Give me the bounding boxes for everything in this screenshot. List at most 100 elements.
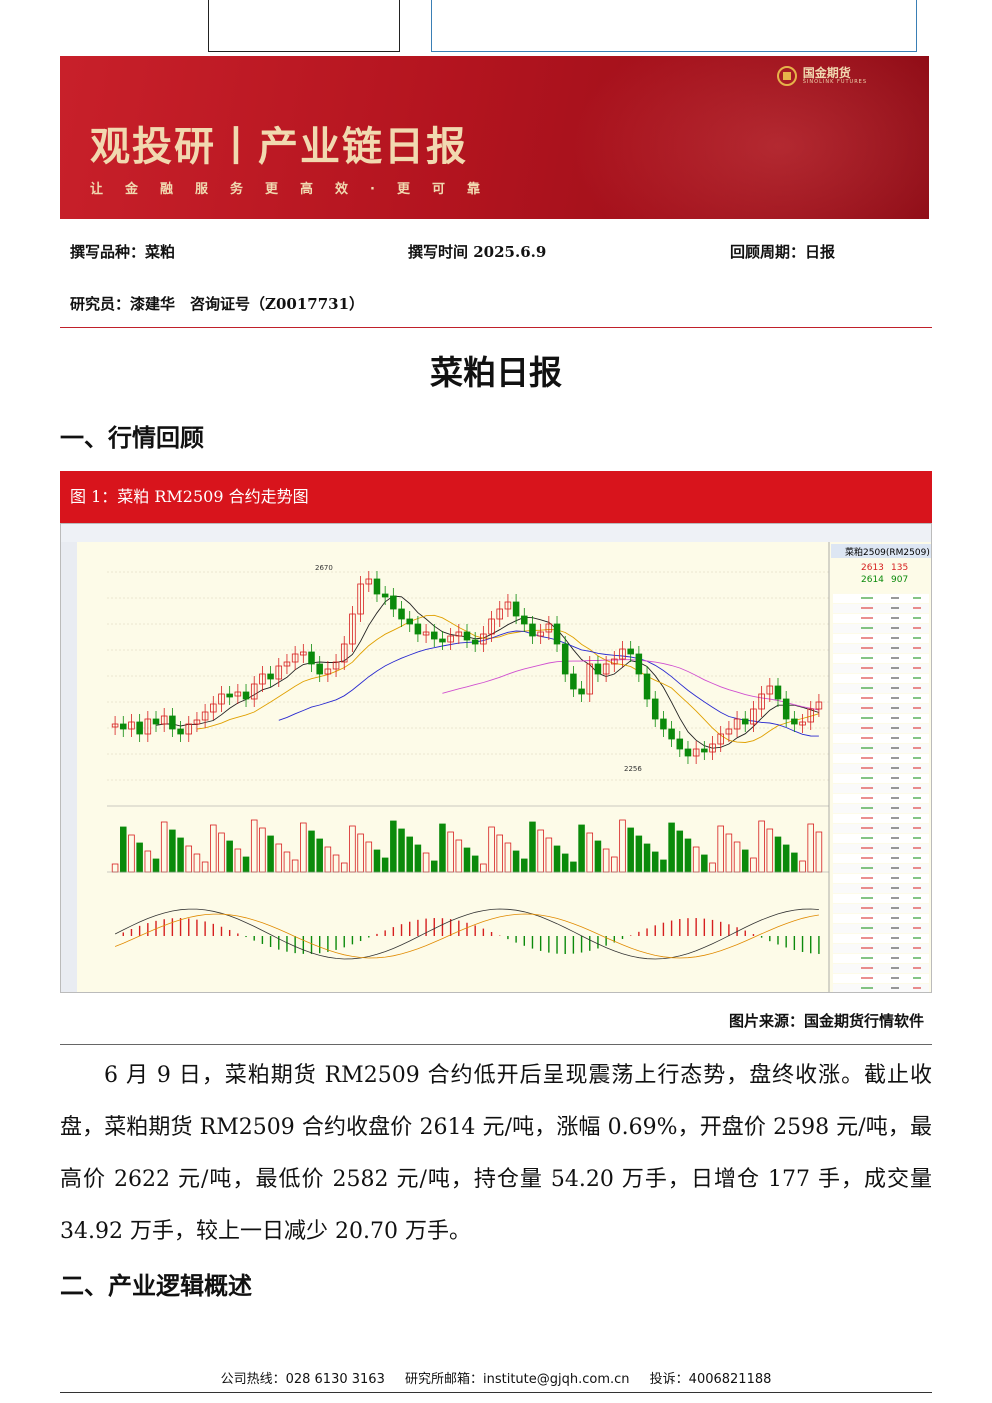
footer-hotline: 公司热线：028 6130 3163	[220, 1372, 385, 1387]
volume-bar	[504, 842, 512, 873]
panel-ask: 907	[891, 575, 908, 585]
volume-bar	[488, 826, 495, 873]
section-heading-1: 一、行情回顾	[60, 423, 204, 452]
volume-bar	[152, 858, 160, 873]
volume-bar	[185, 845, 193, 873]
candle	[570, 673, 577, 690]
volume-bar	[750, 857, 757, 873]
volume-bar	[766, 828, 774, 873]
volume-bar	[602, 848, 610, 873]
volume-bar	[545, 837, 553, 873]
candle	[226, 693, 233, 698]
volume-bar	[242, 856, 250, 873]
candle	[381, 593, 389, 598]
low-label: 2256	[624, 765, 642, 773]
candle	[177, 728, 184, 735]
volume-bar	[692, 846, 700, 873]
candle	[267, 673, 274, 680]
candle	[651, 698, 659, 720]
candle	[782, 698, 790, 720]
volume-bar	[111, 863, 119, 873]
volume-bar	[611, 856, 618, 873]
panel-bid: 2614	[861, 575, 884, 585]
candle	[308, 651, 315, 665]
candle	[774, 685, 782, 700]
candle	[594, 663, 602, 675]
volume-bar	[169, 829, 176, 873]
volume-bar	[537, 829, 544, 873]
volume-bar	[120, 826, 127, 873]
volume-bar	[529, 821, 536, 873]
volume-bar	[291, 859, 299, 873]
volume-bar	[741, 849, 749, 873]
report-banner: 观投研丨产业链日报 让金融服务更高效·更可靠 国金期货 SINOLINK FUT…	[60, 56, 929, 219]
volume-bar	[300, 822, 307, 873]
candle	[390, 595, 397, 610]
meta-researcher: 研究员：漆建华 咨询证号（Z0017731）	[70, 295, 365, 313]
candle	[578, 688, 585, 695]
volume-bar	[627, 827, 634, 873]
candle	[398, 608, 405, 620]
volume-bar	[553, 845, 561, 873]
footer-email: 研究所邮箱：institute@gjqh.com.cn	[404, 1372, 630, 1387]
ma10-line	[196, 614, 820, 743]
volume-bar	[218, 832, 225, 873]
candle	[373, 578, 381, 595]
candle	[414, 623, 422, 635]
volume-bar	[422, 852, 430, 873]
panel-change: 135	[891, 563, 908, 573]
figure-source: 图片来源：国金期货行情软件	[728, 1012, 924, 1030]
candle	[439, 638, 446, 643]
page-title: 菜粕日报	[430, 353, 562, 392]
volume-bar	[447, 831, 454, 873]
candle	[643, 673, 651, 700]
volume-bar	[390, 820, 397, 873]
volume-bar	[144, 850, 152, 873]
volume-bar	[365, 841, 373, 873]
volume-bar	[676, 830, 684, 873]
candle	[627, 648, 634, 655]
candle	[701, 748, 708, 753]
volume-bar	[267, 835, 274, 873]
volume-bar	[496, 834, 504, 873]
volume-bar	[340, 862, 348, 873]
candle	[430, 631, 438, 640]
volume-bar	[357, 833, 364, 873]
meta-variety: 撰写品种：菜粕	[70, 243, 176, 261]
candle	[529, 623, 536, 637]
volume-bar	[463, 847, 471, 873]
candle	[676, 738, 684, 750]
ma5-line	[155, 595, 820, 749]
volume-bar	[570, 861, 577, 873]
volume-bar	[324, 846, 332, 873]
header-box-left	[208, 0, 400, 52]
volume-bar	[799, 860, 806, 873]
volume-bar	[758, 820, 765, 873]
volume-bar	[439, 823, 446, 873]
volume-bar	[275, 843, 283, 873]
volume-bar	[226, 840, 233, 873]
logo-sub: SINOLINK FUTURES	[802, 79, 867, 85]
header-box-right	[431, 0, 917, 52]
banner-title: 观投研丨产业链日报	[90, 124, 468, 170]
banner-slogan: 让金融服务更高效·更可靠	[90, 182, 502, 197]
candle	[512, 601, 520, 617]
volume-bar	[308, 830, 315, 873]
candle	[635, 653, 643, 675]
volume-bar	[201, 861, 209, 873]
candle	[120, 723, 127, 730]
volume-bar	[594, 840, 602, 873]
volume-bar	[414, 844, 422, 873]
footer-divider	[60, 1392, 932, 1393]
company-logo: 国金期货 SINOLINK FUTURES	[776, 66, 867, 86]
volume-bar	[480, 863, 487, 873]
volume-bar	[586, 832, 594, 873]
candle	[463, 631, 471, 641]
volume-bar	[455, 839, 463, 873]
candle	[152, 718, 160, 725]
volume-bar	[725, 833, 733, 873]
logo-icon	[776, 66, 797, 86]
volume-bar	[128, 834, 135, 873]
volume-bar	[684, 838, 692, 873]
price-chart: 菜粕2509(RM2509) 2613 135 2614 907 2670 22…	[60, 523, 932, 993]
